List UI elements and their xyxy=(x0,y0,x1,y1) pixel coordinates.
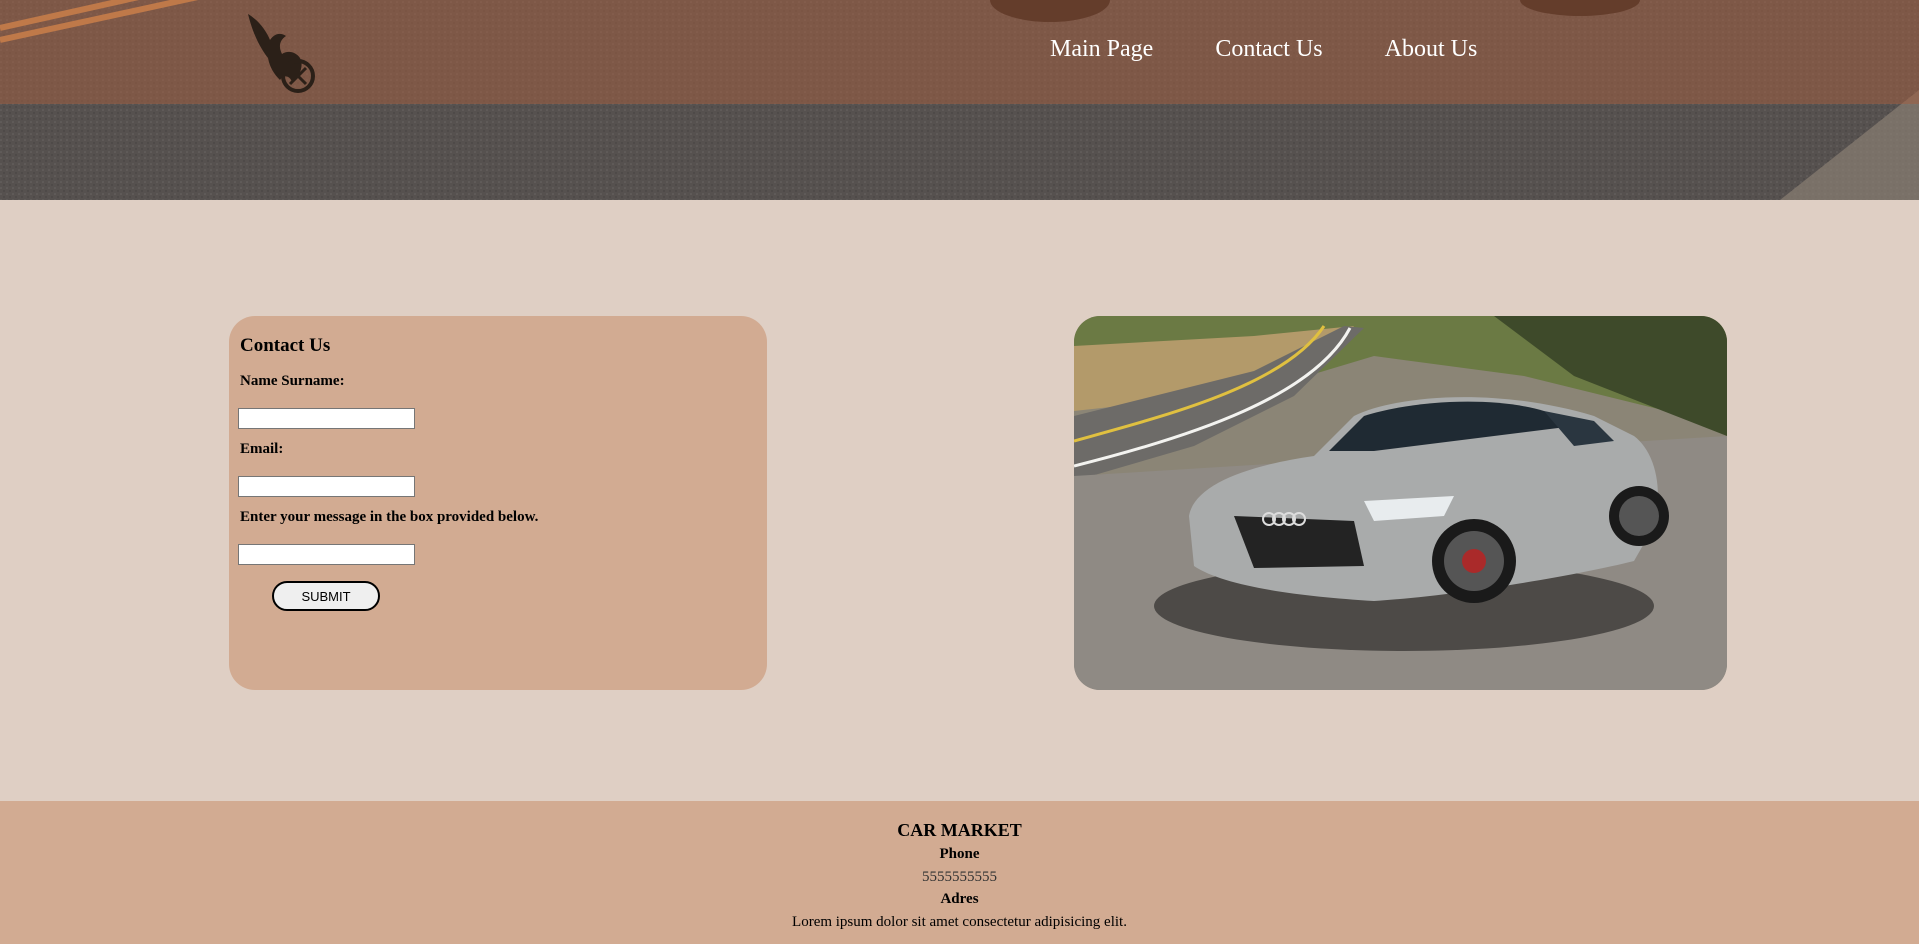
nav-main-page-link[interactable]: Main Page xyxy=(1050,36,1153,63)
name-surname-label: Name Surname: xyxy=(240,373,345,389)
footer-phone-value: 5555555555 xyxy=(922,869,997,885)
car-photo xyxy=(1074,316,1727,690)
submit-button[interactable]: SUBMIT xyxy=(272,581,380,611)
name-surname-input[interactable] xyxy=(238,408,415,429)
header-banner: Main Page Contact Us About Us xyxy=(0,0,1919,200)
footer-brand: CAR MARKET xyxy=(897,820,1022,840)
email-input[interactable] xyxy=(238,476,415,497)
nav-contact-us-link[interactable]: Contact Us xyxy=(1215,36,1322,63)
main-nav: Main Page Contact Us About Us xyxy=(1050,36,1477,63)
footer-phone-label: Phone xyxy=(939,846,980,862)
contact-form-title: Contact Us xyxy=(240,335,331,356)
nav-about-us-link[interactable]: About Us xyxy=(1385,36,1478,63)
message-label: Enter your message in the box provided b… xyxy=(240,509,539,525)
footer-address-label: Adres xyxy=(940,891,979,907)
car-photo-illustration xyxy=(1074,316,1727,690)
contact-form: Contact Us Name Surname: Email: Enter yo… xyxy=(229,316,767,690)
eagle-icon[interactable] xyxy=(240,10,330,100)
email-label: Email: xyxy=(240,441,284,457)
footer-address-value: Lorem ipsum dolor sit amet consectetur a… xyxy=(792,914,1127,930)
message-input[interactable] xyxy=(238,544,415,565)
footer: CAR MARKET Phone 5555555555 Adres Lorem … xyxy=(0,801,1919,944)
